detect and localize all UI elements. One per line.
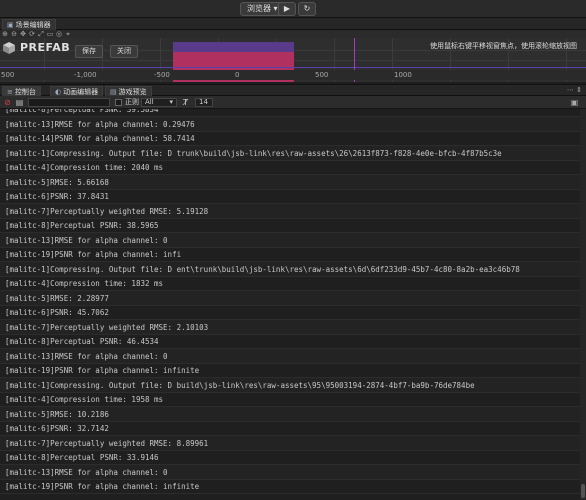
scene-hint-text: 使用鼠标右键平移视窗焦点，使用滚轮缩放视图	[430, 42, 577, 50]
console-icon: ≡	[7, 88, 13, 96]
scene-toolbar: ⊕ ⊖ ✥ ⟳ ⤢ ▭ ◎ ⌖	[0, 30, 586, 38]
font-size-icon: Ⱦ	[183, 98, 188, 107]
console-menu-icon[interactable]: ▣	[570, 98, 579, 107]
log-line: [malitc-5]RMSE: 5.66168	[0, 174, 580, 190]
ruler-label: 500	[1, 71, 15, 79]
log-line: [malitc-8]Perceptual PSNR: 38.5965	[0, 218, 580, 233]
log-line: [malitc-4]Compression time: 2040 ms	[0, 160, 580, 175]
log-line: [malitc-1]Compressing. Output file: D bu…	[0, 377, 580, 393]
tab-animation-label: 动画编辑器	[63, 88, 99, 96]
error-icon[interactable]: ⊘	[3, 98, 12, 107]
log-line: [malitc-19]PSNR for alpha channel: infin…	[0, 363, 580, 378]
log-line: [malitc-4]Compression time: 1958 ms	[0, 392, 580, 407]
ruler-label: -500	[154, 71, 170, 79]
log-level-select[interactable]: All ▾	[141, 98, 177, 107]
font-size-select[interactable]: 14	[195, 98, 213, 107]
panel-menu-icon[interactable]: ⋯ ⇕	[567, 86, 582, 94]
log-line: [malitc-13]RMSE for alpha channel: 0	[0, 464, 580, 480]
log-line: [malitc-19]PSNR for alpha channel: infin…	[0, 479, 580, 494]
regex-checkbox[interactable]	[115, 99, 122, 106]
scene-ruler: 500 -1,000 -500 0 500 1000	[0, 70, 586, 80]
log-line: [malitc-6]PSNR: 32.7142	[0, 421, 580, 436]
tab-scene-editor[interactable]: ▣ 场景编辑器	[2, 19, 56, 30]
anchor-tool-icon[interactable]: ◎	[55, 30, 63, 38]
canvas-header	[173, 42, 294, 52]
close-button[interactable]: 关闭	[110, 45, 138, 58]
chevron-down-icon: ▾	[169, 98, 173, 106]
refresh-button[interactable]: ↻	[298, 2, 316, 16]
tab-console-label: 控制台	[14, 88, 36, 96]
log-line: [malitc-13]RMSE for alpha channel: 0	[0, 232, 580, 248]
ruler-label: 500	[315, 71, 329, 79]
move-tool-icon[interactable]: ✥	[19, 30, 27, 38]
zoom-in-icon[interactable]: ⊕	[1, 30, 9, 38]
scale-tool-icon[interactable]: ⤢	[37, 30, 45, 38]
log-line: [malitc-6]PSNR: 37.8431	[0, 189, 580, 204]
log-line: [malitc-8]Perceptual PSNR: 33.9146	[0, 450, 580, 465]
log-line: [malitc-7]Perceptually weighted RMSE: 5.…	[0, 203, 580, 219]
log-line: [malitc-5]RMSE: 10.2186	[0, 406, 580, 422]
pivot-tool-icon[interactable]: ⌖	[64, 30, 72, 38]
log-level-value: All	[145, 98, 154, 106]
top-toolbar: 浏览器 ▾ ▶ ↻	[0, 0, 586, 18]
save-button[interactable]: 保存	[75, 45, 103, 58]
log-line: [malitc-8]Perceptual PSNR: 46.4534	[0, 334, 580, 349]
log-line: [malitc-13]RMSE for alpha channel: 0	[0, 348, 580, 364]
scene-tabbar: ▣ 场景编辑器	[0, 18, 586, 30]
animation-icon: ◐	[55, 88, 62, 96]
log-line: [malitc-13]RMSE for alpha channel: 0.294…	[0, 116, 580, 132]
tab-scene-editor-label: 场景编辑器	[15, 21, 51, 29]
ruler-label: 1000	[394, 71, 412, 79]
ruler-label: 0	[235, 71, 240, 79]
cube-icon	[3, 42, 15, 54]
log-line: [malitc-7]Perceptually weighted RMSE: 2.…	[0, 319, 580, 335]
tab-game-preview-label: 游戏预览	[118, 88, 147, 96]
log-line: [malitc-6]PSNR: 45.7062	[0, 305, 580, 320]
log-line: [malitc-1]Compressing. Output file: D en…	[0, 261, 580, 277]
play-button[interactable]: ▶	[278, 2, 296, 16]
log-line: [malitc-19]PSNR for alpha channel: infi	[0, 247, 580, 262]
log-line: [malitc-14]PSNR for alpha channel: 58.74…	[0, 131, 580, 146]
font-size-value: 14	[199, 98, 208, 106]
regex-label: 正则	[125, 98, 139, 106]
log-line: [malitc-7]Perceptually weighted RMSE: 8.…	[0, 435, 580, 451]
rotate-tool-icon[interactable]: ⟳	[28, 30, 36, 38]
prefab-title: PREFAB	[20, 41, 71, 54]
log-line: [malitc-4]Compression time: 1832 ms	[0, 276, 580, 291]
console-search-input[interactable]	[28, 98, 110, 107]
x-axis-line	[0, 67, 586, 68]
log-line: [malitc-1]Compressing. Output file: D tr…	[0, 145, 580, 161]
scrollbar-thumb[interactable]	[581, 484, 585, 498]
console-log[interactable]: [malitc-8]Perceptual PSNR: 39.5834 [malit…	[0, 109, 580, 500]
rect-tool-icon[interactable]: ▭	[46, 30, 54, 38]
log-line: [malitc-5]RMSE: 2.28977	[0, 290, 580, 306]
ruler-label: -1,000	[74, 71, 97, 79]
game-icon: ▤	[110, 88, 117, 96]
scene-icon: ▣	[7, 21, 14, 29]
console-toolbar: ⊘ ▤ 正则 All ▾ Ⱦ 14 ▣	[0, 96, 586, 109]
bottom-tabbar: ≡ 控制台 ◐ 动画编辑器 ▤ 游戏预览 ⋯ ⇕	[0, 84, 586, 97]
clear-icon[interactable]: ▤	[15, 98, 24, 107]
console-scrollbar[interactable]	[580, 109, 586, 500]
zoom-out-icon[interactable]: ⊖	[10, 30, 18, 38]
